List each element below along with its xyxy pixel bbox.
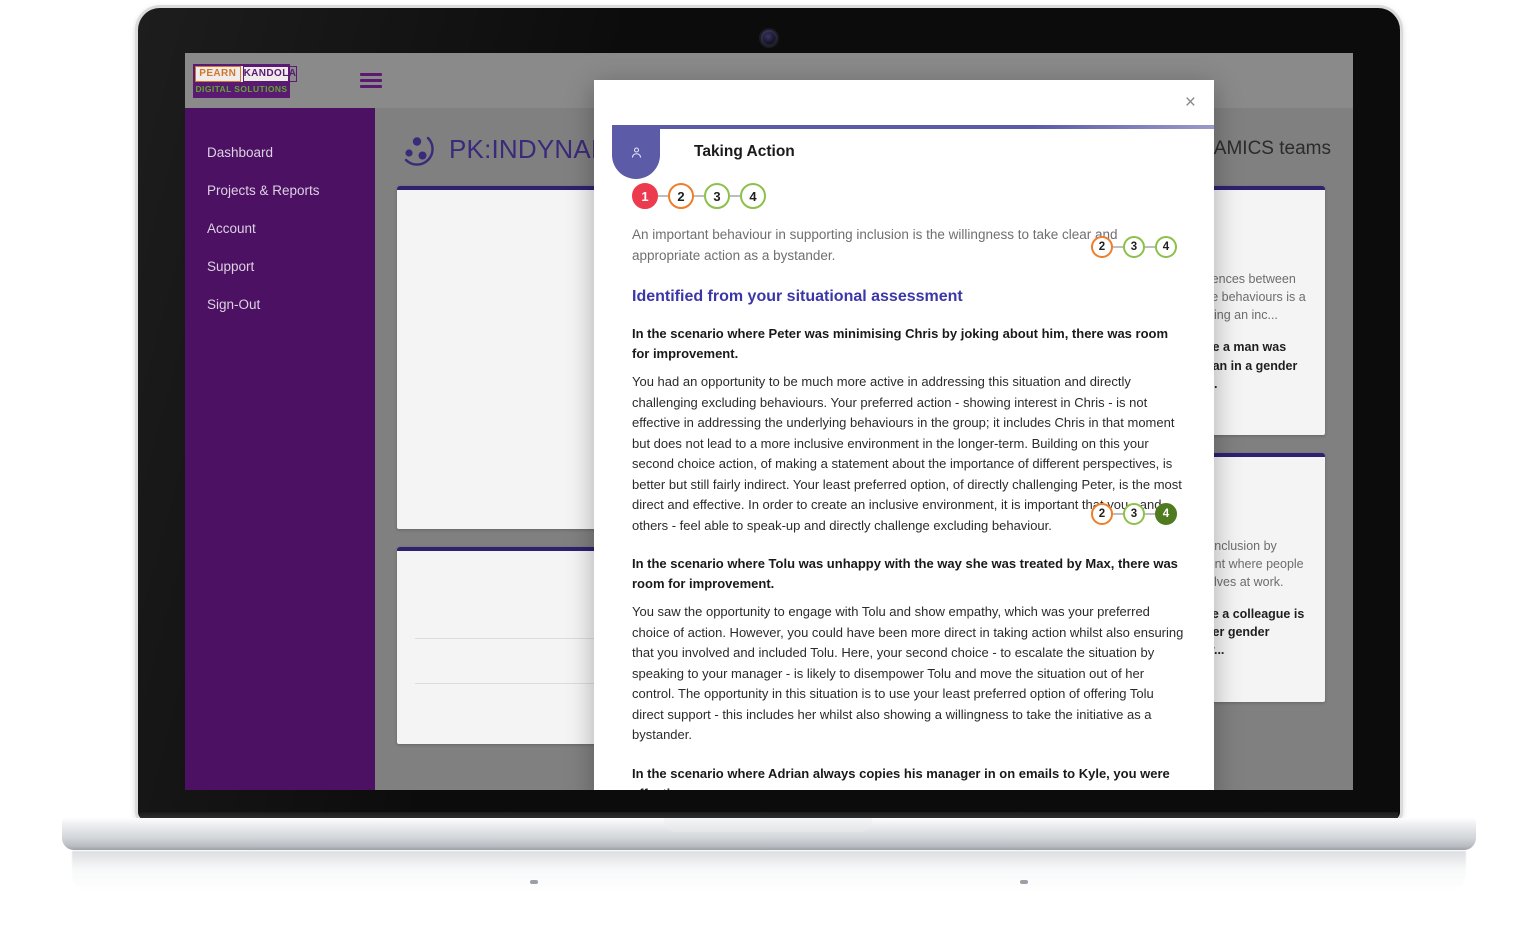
person-icon-svg [631,146,641,158]
close-icon[interactable]: × [1185,93,1196,112]
step-2[interactable]: 2 [1091,236,1113,258]
scenario-1-title: In the scenario where Peter was minimisi… [632,326,1169,361]
step-3[interactable]: 3 [1123,502,1145,525]
laptop-base-notch [664,818,872,832]
person-icon [612,125,660,179]
step-connector [1145,246,1155,248]
laptop-lid: PEARN KANDOLA DIGITAL SOLUTIONS Dashboar… [138,8,1400,820]
step-connector [1113,246,1123,248]
webcam-icon [761,30,777,46]
scenario-2-title: In the scenario where Tolu was unhappy w… [632,556,1178,591]
step-1[interactable]: 1 [632,183,658,209]
scenario-3-title: In the scenario where Adrian always copi… [632,766,1170,790]
laptop-reflection [72,851,1466,891]
laptop-foot [530,880,538,884]
step-3[interactable]: 3 [1123,236,1145,258]
step-connector [1113,512,1123,515]
modal-title: Taking Action [694,143,795,160]
taking-action-modal: × Taking Action 1 2 3 4 An important beh… [594,80,1214,790]
step-4[interactable]: 4 [1155,236,1177,258]
modal-intro: An important behaviour in supporting inc… [632,227,1118,263]
step-connector [1145,512,1155,515]
step-2[interactable]: 2 [1091,502,1113,525]
step-3[interactable]: 3 [704,183,730,209]
section-heading-situational: Identified from your situational assessm… [632,288,963,306]
modal-header-bar [612,125,1214,179]
modal-scroll-body[interactable]: Taking Action 1 2 3 4 An important behav… [594,125,1214,790]
scenario-2-body: You saw the opportunity to engage with T… [632,604,1184,743]
step-connector [694,195,704,197]
modal-steps: 1 2 3 4 [632,183,1186,209]
step-connector [730,195,740,197]
laptop-foot [1020,880,1028,884]
step-4[interactable]: 4 [1155,502,1177,525]
application-window: PEARN KANDOLA DIGITAL SOLUTIONS Dashboar… [185,53,1353,790]
laptop-screen: PEARN KANDOLA DIGITAL SOLUTIONS Dashboar… [185,53,1353,790]
step-2[interactable]: 2 [668,183,694,209]
step-4[interactable]: 4 [740,183,766,209]
screenshot-stage: PEARN KANDOLA DIGITAL SOLUTIONS Dashboar… [0,0,1536,929]
step-connector [658,195,668,197]
